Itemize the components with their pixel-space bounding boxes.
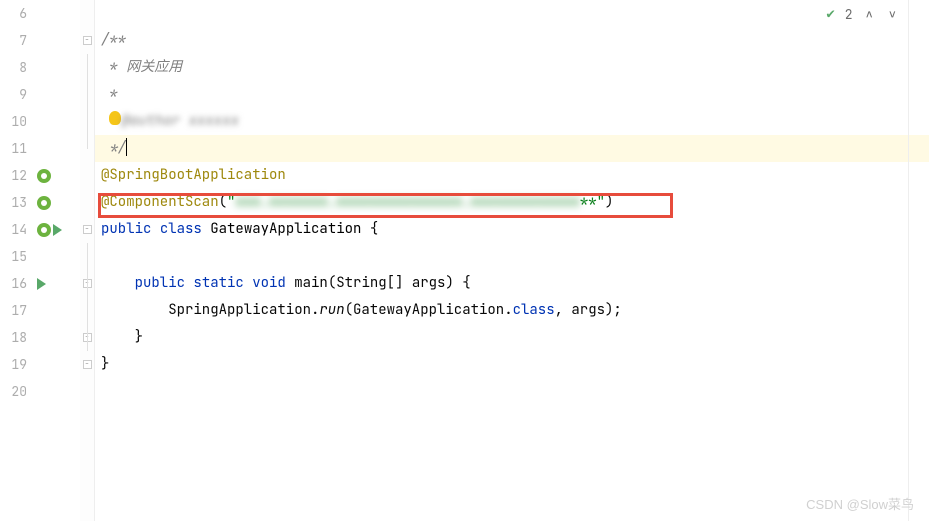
brace: { [370, 220, 378, 238]
text-caret [126, 138, 127, 156]
brace: } [101, 328, 143, 346]
intention-bulb-icon[interactable] [109, 111, 121, 125]
line-number: 17 [0, 297, 27, 324]
line-number: 11 [0, 135, 27, 162]
code-content[interactable]: /** * 网关应用 * @author xxxxxx */ @SpringBo… [95, 0, 929, 521]
spring-bean-icon[interactable] [37, 196, 51, 210]
line-number: 12 [0, 162, 27, 189]
string-quote: " [227, 193, 235, 211]
line-number: 18 [0, 324, 27, 351]
line-number: 20 [0, 378, 27, 405]
line-number: 10 [0, 108, 27, 135]
spring-bean-icon[interactable] [37, 223, 51, 237]
line-number: 19 [0, 351, 27, 378]
run-icon[interactable] [53, 224, 62, 236]
spring-bean-icon[interactable] [37, 169, 51, 183]
problem-count[interactable]: 2 [845, 6, 853, 23]
blurred-author: @author xxxxxx [121, 112, 239, 130]
annotation: @ComponentScan [101, 193, 219, 211]
line-number: 6 [0, 0, 27, 27]
doc-comment [101, 112, 109, 130]
keyword: static [193, 274, 252, 292]
args: , args); [555, 301, 622, 319]
args: (GatewayApplication. [345, 301, 513, 319]
fold-toggle[interactable]: − [83, 225, 92, 234]
string-end: **" [580, 193, 605, 211]
inspection-status: ✔ 2 ∧ ∨ [826, 5, 899, 23]
doc-comment-end: */ [101, 139, 126, 157]
brace: } [101, 355, 109, 373]
gutter-icon-column [35, 0, 80, 521]
params: (String[] args) { [328, 274, 471, 292]
blurred-package: xxx.xxxxxxx.xxxxxxxxxxxxxxx.xxxxxxxxxxxx… [235, 189, 579, 216]
keyword: public [101, 220, 160, 238]
doc-comment: * [101, 58, 126, 76]
line-number: 15 [0, 243, 27, 270]
keyword: class [513, 301, 555, 319]
fold-toggle[interactable]: − [83, 360, 92, 369]
paren: ( [219, 193, 227, 211]
class-name: GatewayApplication [210, 220, 370, 238]
annotation: @SpringBootApplication [101, 166, 286, 184]
method-name: main [294, 274, 328, 292]
indent [101, 301, 168, 319]
chevron-down-icon[interactable]: ∨ [886, 6, 899, 22]
watermark: CSDN @Slow菜鸟 [806, 494, 914, 513]
paren: ) [605, 193, 613, 211]
fold-toggle[interactable]: − [83, 36, 92, 45]
doc-comment: * [101, 85, 118, 103]
fold-column: − − − − − [80, 0, 95, 521]
static-method: run [319, 301, 344, 319]
line-number: 14 [0, 216, 27, 243]
doc-comment: /** [101, 31, 126, 49]
keyword: void [252, 274, 294, 292]
keyword: public [135, 274, 194, 292]
line-number: 9 [0, 81, 27, 108]
keyword: class [160, 220, 210, 238]
run-icon[interactable] [37, 278, 46, 290]
line-number: 8 [0, 54, 27, 81]
code-editor: 6 7 8 9 10 11 12 13 14 15 16 17 18 19 20… [0, 0, 929, 521]
indent [101, 274, 135, 292]
line-number: 13 [0, 189, 27, 216]
line-number-gutter: 6 7 8 9 10 11 12 13 14 15 16 17 18 19 20 [0, 0, 35, 521]
check-icon[interactable]: ✔ [826, 5, 834, 23]
right-margin-line [908, 0, 909, 521]
chevron-up-icon[interactable]: ∧ [863, 6, 876, 22]
line-number: 16 [0, 270, 27, 297]
doc-comment-text: 网关应用 [126, 58, 182, 76]
line-number: 7 [0, 27, 27, 54]
method-call: SpringApplication. [168, 301, 319, 319]
